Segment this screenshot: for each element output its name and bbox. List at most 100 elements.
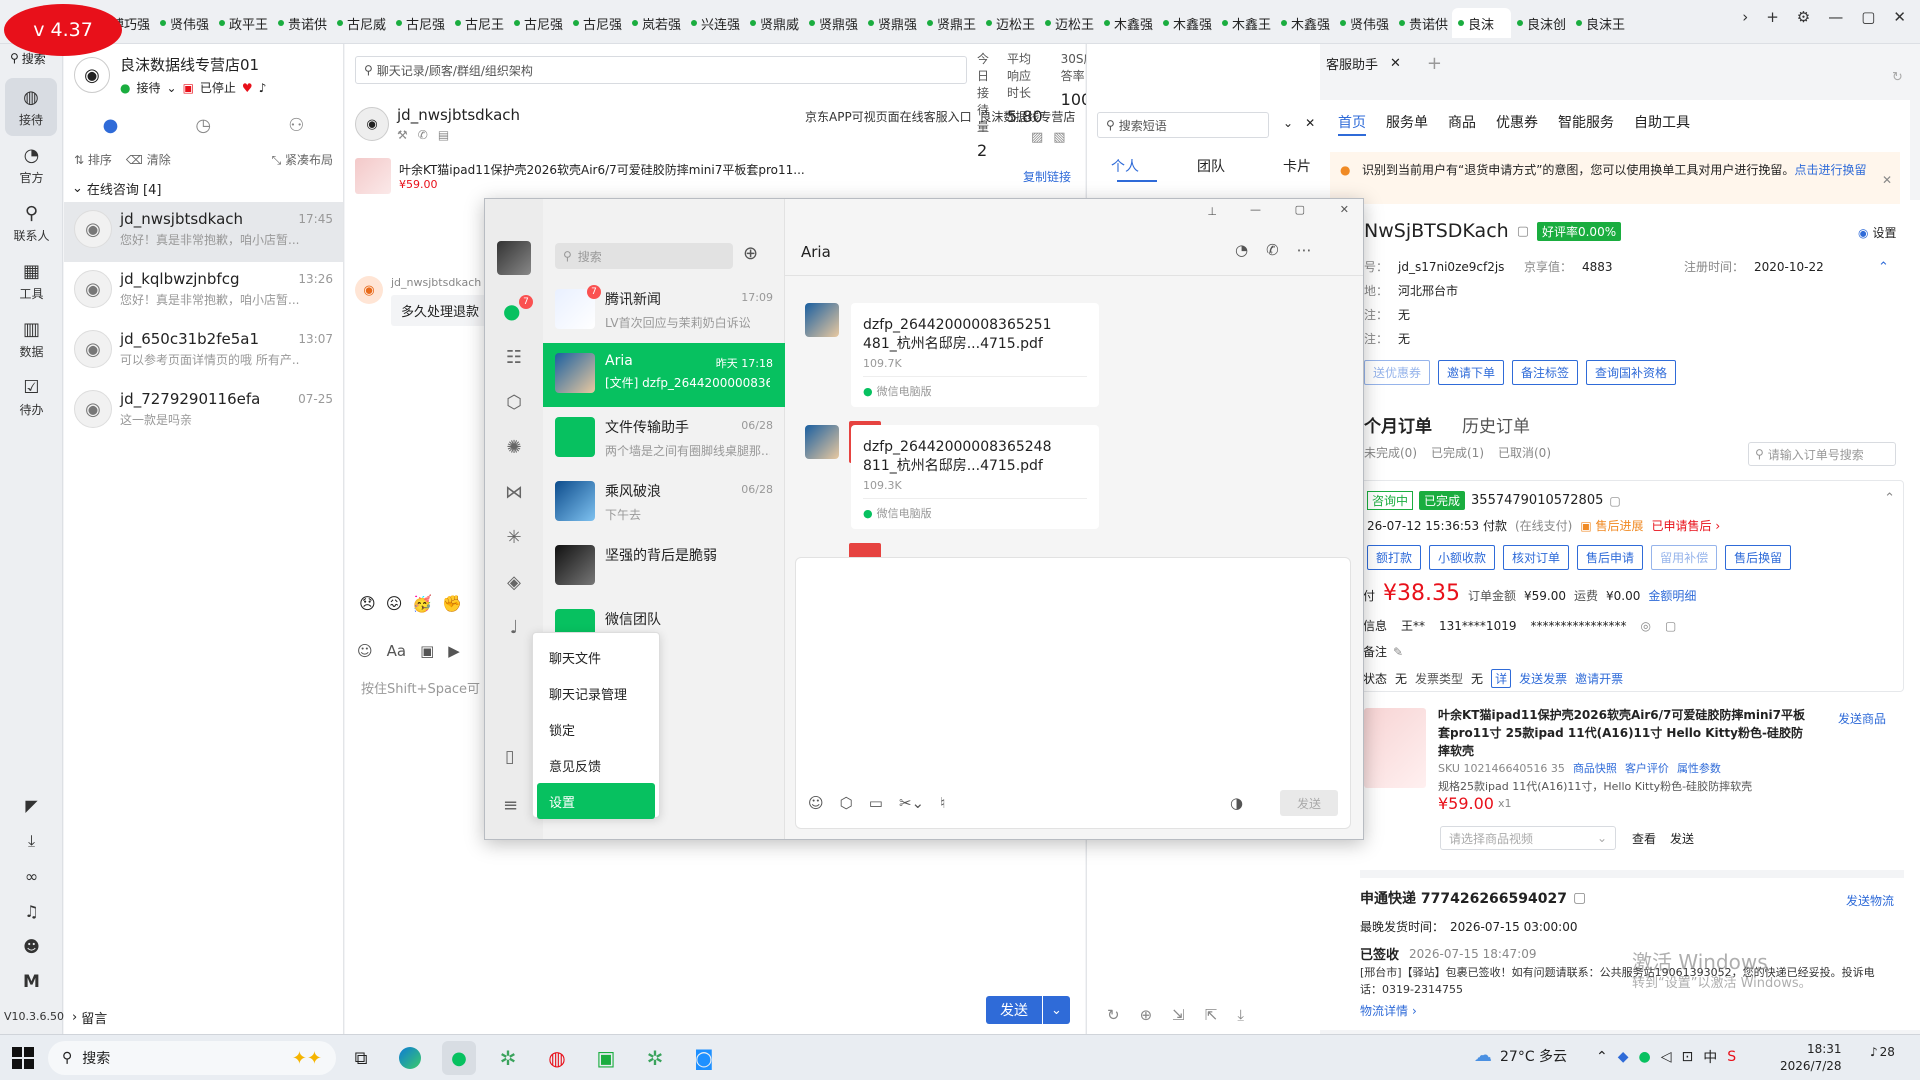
copy-link-button[interactable]: 复制链接 — [1023, 168, 1071, 185]
order-action-button[interactable]: 售后申请 — [1577, 545, 1644, 570]
clock[interactable]: 18:31 2026/7/28 — [1780, 1041, 1842, 1075]
store-tab[interactable]: 贵诺供 — [272, 8, 331, 38]
chevron-down-icon[interactable]: ⌄ — [1042, 996, 1070, 1024]
emoji-icon[interactable]: ☺ — [357, 642, 373, 660]
send-video-button[interactable]: 发送 — [1670, 830, 1694, 847]
copy-icon[interactable]: ▢ — [1665, 619, 1676, 633]
bell-icon[interactable]: ♪ — [259, 81, 267, 95]
refresh-icon[interactable]: ↻ — [1892, 70, 1903, 85]
rail-item[interactable]: ◍ 接待 — [5, 78, 57, 136]
assistant-nav-item[interactable]: 首页 — [1338, 112, 1366, 132]
customer-item[interactable]: ◉ jd_650c31b2fe5a1 13:07 可以参考页面详情页的哦 所有产... — [64, 322, 343, 382]
chevron-right-icon[interactable]: › — [1742, 8, 1748, 38]
edit-icon[interactable]: ✎ — [1393, 645, 1403, 659]
close-icon[interactable]: ✕ — [1305, 116, 1315, 130]
app-icon[interactable]: ◙ — [687, 1041, 721, 1075]
order-action-button[interactable]: 留用补偿 — [1651, 545, 1718, 570]
app-icon[interactable]: ✲ — [638, 1041, 672, 1075]
more-icon[interactable]: ⋯ — [1297, 241, 1312, 259]
snapshot-link[interactable]: 商品快照 — [1573, 760, 1617, 776]
invite-invoice-link[interactable]: 邀请开票 — [1575, 670, 1623, 687]
wechat-conversation[interactable]: 坚强的背后是脆弱 — [543, 535, 785, 599]
order-filter[interactable]: 未完成(0) — [1364, 444, 1417, 461]
store-tab[interactable]: 良沫王 — [1570, 8, 1629, 38]
store-tab[interactable]: 古尼威 — [331, 8, 390, 38]
notification-center[interactable]: ♪ 28 — [1870, 1045, 1895, 1059]
reviews-link[interactable]: 客户评价 — [1625, 760, 1669, 776]
invoice-detail-button[interactable]: 详 — [1491, 669, 1512, 688]
emoji-icon[interactable]: 🥳 — [412, 594, 432, 613]
send-button[interactable]: 发送 — [986, 996, 1042, 1024]
assistant-nav-item[interactable]: 商品 — [1448, 112, 1476, 132]
download-icon[interactable]: ⤓ — [28, 831, 35, 851]
gear-icon[interactable]: ⚙ — [1797, 8, 1810, 38]
font-icon[interactable]: Aa — [387, 642, 406, 660]
copy-icon[interactable]: ▢ — [1517, 224, 1529, 239]
menu-item[interactable]: 聊天记录管理 — [537, 675, 655, 711]
chevron-down-icon[interactable]: ⌄ — [1283, 116, 1293, 130]
rail-item[interactable]: ☑ 待办 — [0, 368, 63, 426]
note-icon[interactable]: ▤ — [438, 128, 449, 142]
order-search-input[interactable]: ⚲ 请输入订单号搜索 — [1748, 442, 1896, 466]
minimize-icon[interactable]: — — [1250, 203, 1261, 216]
my-avatar[interactable] — [497, 241, 531, 275]
customer-item[interactable]: ◉ jd_7279290116efa 07-25 这一款是吗亲 — [64, 382, 343, 442]
send-invoice-link[interactable]: 发送发票 — [1519, 670, 1567, 687]
order-action-button[interactable]: 售后换留 — [1725, 545, 1792, 570]
logistics-more-link[interactable]: 物流详情 › — [1360, 1002, 1417, 1019]
emoji-icon[interactable]: 😞 — [359, 594, 376, 613]
store-tab[interactable]: 古尼王 — [449, 8, 508, 38]
stopped-status[interactable]: 已停止 — [200, 79, 236, 96]
order-action-button[interactable]: 小额收款 — [1429, 545, 1496, 570]
input-hint[interactable]: 按住Shift+Space可 — [361, 678, 480, 697]
store-tab[interactable]: 木鑫强 — [1157, 8, 1216, 38]
close-icon[interactable]: ✕ — [1390, 56, 1401, 71]
file-card[interactable]: dzfp_26442000008365251 481_杭州名邸房...4715.p… — [849, 303, 1099, 463]
download-icon[interactable]: ⤓ — [1237, 1006, 1244, 1024]
network-icon[interactable]: ⊡ — [1682, 1049, 1694, 1065]
shield-icon[interactable]: ◆ — [1618, 1049, 1629, 1065]
sort-button[interactable]: ⇅ 排序 — [74, 151, 112, 168]
store-tab[interactable]: 古尼强 — [390, 8, 449, 38]
order-filter[interactable]: 已取消(0) — [1498, 444, 1551, 461]
store-tab[interactable]: 贤鼎强 — [803, 8, 862, 38]
phrase-tab[interactable]: 个人 — [1111, 156, 1139, 176]
phone-icon[interactable]: ▯ — [505, 747, 514, 767]
alert-link[interactable]: 点击进行换留 — [1794, 163, 1866, 177]
customer-action-button[interactable]: 邀请下单 — [1438, 360, 1505, 385]
wechat-tray-icon[interactable]: ● — [1639, 1049, 1651, 1065]
store-tab[interactable]: 良沫创 — [1511, 8, 1570, 38]
video-select[interactable]: 请选择商品视频 ⌄ — [1440, 826, 1616, 850]
contacts-icon[interactable]: ☷ — [506, 347, 522, 368]
assistant-nav-item[interactable]: 智能服务 — [1558, 112, 1614, 132]
rail-m-label[interactable]: M — [23, 972, 40, 992]
attrs-link[interactable]: 属性参数 — [1677, 760, 1721, 776]
eye-icon[interactable]: ◎ — [1640, 619, 1650, 633]
image-icon[interactable]: ▣ — [420, 642, 434, 660]
store-tab[interactable]: 木鑫王 — [1216, 8, 1275, 38]
mic-icon[interactable]: ♮ — [940, 794, 945, 812]
robot-icon[interactable]: ☻ — [23, 937, 40, 956]
global-search-input[interactable]: ⚲ 聊天记录/顾客/群组/组织架构 — [355, 56, 967, 84]
wechat-conversation[interactable]: 乘风破浪 下午去 06/28 — [543, 471, 785, 535]
chevron-up-icon[interactable]: ⌃ — [1596, 1049, 1608, 1065]
chat-bubble-icon[interactable]: ● — [503, 299, 520, 323]
group-icon[interactable]: ⚇ — [288, 115, 304, 136]
store-tab[interactable]: 贤鼎威 — [744, 8, 803, 38]
emoji-icon[interactable]: 😖 — [386, 594, 403, 613]
after-sale-badge[interactable]: ▣ 售后进展 — [1580, 517, 1643, 534]
add-tab-icon[interactable]: + — [1766, 8, 1779, 38]
clock-icon[interactable]: ◷ — [195, 115, 211, 136]
assistant-nav-item[interactable]: 自助工具 — [1634, 112, 1690, 132]
windows-start-icon[interactable] — [12, 1047, 34, 1069]
menu-icon[interactable]: ≡ — [503, 795, 518, 816]
wechat-input-box[interactable]: ☺ ⬡ ▭ ✂⌄ ♮ ◑ 发送 — [795, 557, 1351, 829]
menu-item[interactable]: 聊天文件 — [537, 639, 655, 675]
phrase-search-input[interactable]: ⚲ 搜索短语 — [1097, 112, 1269, 138]
compact-layout-button[interactable]: ⤡ 紧凑布局 — [272, 151, 333, 168]
call-icon[interactable]: ✆ — [1266, 241, 1279, 259]
speaker-icon[interactable]: ◁ — [1661, 1049, 1672, 1065]
add-tab-icon[interactable]: + — [1427, 53, 1442, 74]
after-sale-state[interactable]: 已申请售后 › — [1652, 517, 1721, 534]
online-group-header[interactable]: ⌄ 在线咨询 [4] — [64, 174, 343, 202]
